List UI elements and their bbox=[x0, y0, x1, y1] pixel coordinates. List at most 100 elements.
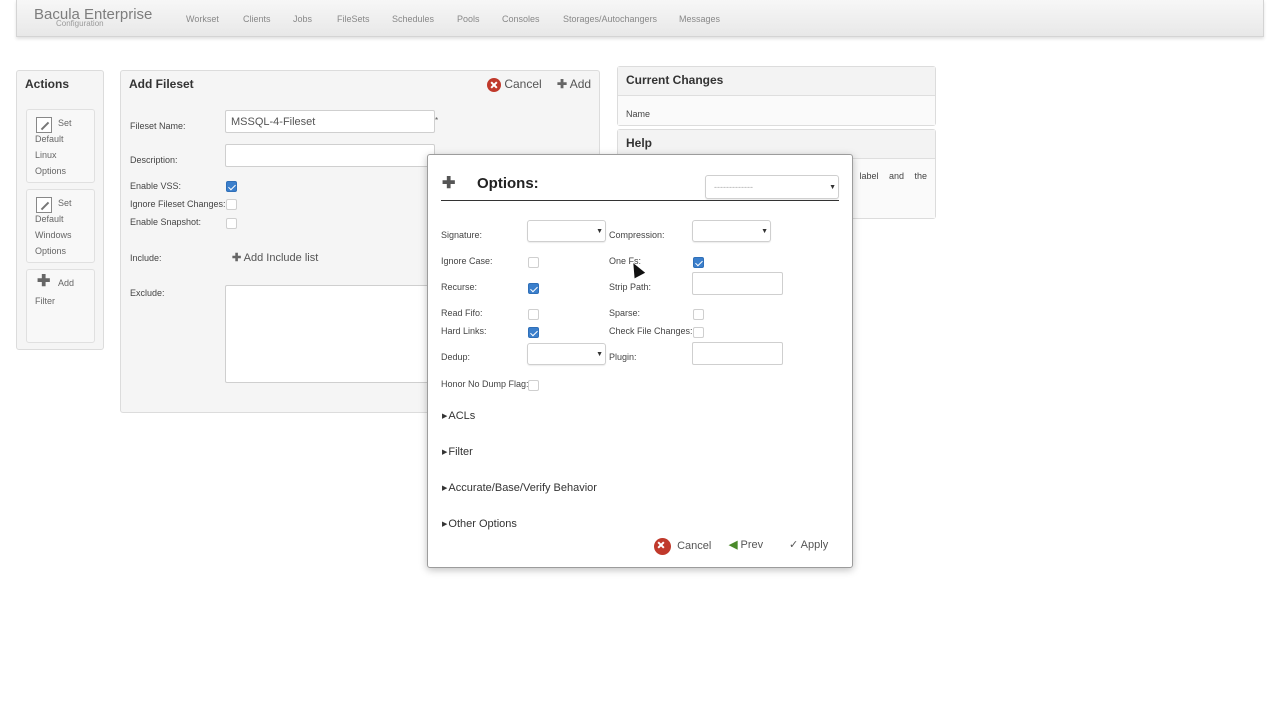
help-title: Help bbox=[626, 136, 653, 150]
section-accurate-base-verify[interactable]: ▶Accurate/Base/Verify Behavior bbox=[442, 482, 597, 494]
read-fifo-label: Read Fifo: bbox=[441, 308, 483, 318]
strip-path-input[interactable] bbox=[692, 272, 783, 295]
honor-no-dump-checkbox[interactable] bbox=[528, 380, 539, 391]
action-add-filter[interactable]: ✚ Add Filter bbox=[26, 269, 95, 343]
exclude-textarea[interactable] bbox=[225, 285, 435, 383]
chevron-down-icon: ▼ bbox=[596, 228, 603, 235]
nav-consoles[interactable]: Consoles bbox=[502, 14, 540, 24]
add-include-list-button[interactable]: ✚ Add Include list bbox=[232, 251, 318, 264]
sparse-checkbox[interactable] bbox=[693, 309, 704, 320]
strip-path-label: Strip Path: bbox=[609, 282, 652, 292]
ignore-case-label: Ignore Case: bbox=[441, 256, 493, 266]
exclude-label: Exclude: bbox=[130, 288, 165, 298]
plugin-label: Plugin: bbox=[609, 352, 637, 362]
section-label: Other Options bbox=[448, 518, 517, 530]
title-divider bbox=[441, 200, 839, 201]
action-label-rest: Default Windows Options bbox=[35, 214, 72, 256]
action-label-rest: Filter bbox=[35, 296, 55, 306]
dedup-label: Dedup: bbox=[441, 352, 471, 362]
section-filter[interactable]: ▶Filter bbox=[442, 446, 473, 458]
ignore-case-checkbox[interactable] bbox=[528, 257, 539, 268]
column-name: Name bbox=[626, 109, 651, 119]
compression-label: Compression: bbox=[609, 230, 665, 240]
plus-icon: ✚ bbox=[557, 77, 568, 91]
hard-links-checkbox[interactable] bbox=[528, 327, 539, 338]
nav-workset[interactable]: Workset bbox=[186, 14, 219, 24]
action-set-default-linux[interactable]: Set Default Linux Options bbox=[26, 109, 95, 183]
enable-snapshot-label: Enable Snapshot: bbox=[130, 217, 202, 227]
options-preset-select[interactable]: ------------- ▼ bbox=[705, 175, 839, 199]
section-other-options[interactable]: ▶Other Options bbox=[442, 518, 517, 530]
enable-snapshot-checkbox[interactable] bbox=[226, 218, 237, 229]
current-changes-body: Name bbox=[618, 96, 935, 125]
ignore-fileset-changes-checkbox[interactable] bbox=[226, 199, 237, 210]
dialog-prev-button[interactable]: ◀ Prev bbox=[729, 538, 763, 551]
nav-messages[interactable]: Messages bbox=[679, 14, 720, 24]
nav-filesets[interactable]: FileSets bbox=[337, 14, 370, 24]
required-mark: * bbox=[435, 116, 439, 125]
one-fs-checkbox[interactable] bbox=[693, 257, 704, 268]
check-file-changes-checkbox[interactable] bbox=[693, 327, 704, 338]
signature-label: Signature: bbox=[441, 230, 483, 240]
dialog-apply-button[interactable]: ✓ Apply bbox=[789, 538, 828, 551]
compression-select[interactable]: ▼ bbox=[692, 220, 771, 242]
app-subtitle: Configuration bbox=[56, 19, 104, 28]
add-include-label: Add Include list bbox=[243, 252, 319, 264]
nav-storages[interactable]: Storages/Autochangers bbox=[563, 14, 657, 24]
include-label: Include: bbox=[130, 253, 162, 263]
enable-vss-checkbox[interactable] bbox=[226, 181, 237, 192]
plus-icon: ✚ bbox=[232, 252, 242, 264]
fileset-cancel-button[interactable]: Cancel bbox=[487, 77, 542, 92]
description-input[interactable] bbox=[225, 144, 435, 167]
recurse-label: Recurse: bbox=[441, 282, 478, 292]
check-file-changes-label: Check File Changes: bbox=[609, 326, 693, 336]
description-label: Description: bbox=[130, 155, 178, 165]
current-changes-panel: Current Changes Name bbox=[617, 66, 936, 126]
chevron-down-icon: ▼ bbox=[596, 351, 603, 358]
read-fifo-checkbox[interactable] bbox=[528, 309, 539, 320]
current-changes-header: Current Changes bbox=[618, 67, 935, 96]
add-fileset-title: Add Fileset bbox=[129, 77, 194, 91]
fileset-name-input[interactable] bbox=[225, 110, 435, 133]
action-set-default-windows[interactable]: Set Default Windows Options bbox=[26, 189, 95, 263]
triangle-right-icon: ▶ bbox=[442, 413, 448, 420]
triangle-right-icon: ▶ bbox=[442, 485, 448, 492]
prev-label: Prev bbox=[740, 539, 764, 551]
honor-no-dump-label: Honor No Dump Flag: bbox=[441, 379, 529, 389]
fileset-add-button[interactable]: ✚ Add bbox=[557, 77, 591, 91]
cancel-label: Cancel bbox=[677, 540, 712, 553]
current-changes-title: Current Changes bbox=[626, 73, 724, 87]
recurse-checkbox[interactable] bbox=[528, 283, 539, 294]
action-label: Set bbox=[58, 198, 72, 208]
add-label: Add bbox=[569, 77, 592, 91]
preset-value: ------------- bbox=[714, 182, 753, 192]
options-dialog: ✚ Options: ------------- ▼ Signature: ▼ … bbox=[427, 154, 853, 568]
top-navbar: Bacula Enterprise Configuration Workset … bbox=[16, 0, 1264, 37]
nav-clients[interactable]: Clients bbox=[243, 14, 271, 24]
hard-links-label: Hard Links: bbox=[441, 326, 487, 336]
section-label: ACLs bbox=[448, 410, 476, 422]
actions-panel: Actions Set Default Linux Options Set Defa… bbox=[16, 70, 104, 350]
apply-label: Apply bbox=[800, 539, 829, 551]
signature-select[interactable]: ▼ bbox=[527, 220, 606, 242]
help-text: e label and the bbox=[843, 171, 927, 181]
triangle-right-icon: ▶ bbox=[442, 449, 448, 456]
plugin-input[interactable] bbox=[692, 342, 783, 365]
action-label-rest: Default Linux Options bbox=[35, 134, 67, 176]
chevron-down-icon: ▼ bbox=[829, 184, 836, 191]
plus-icon: ✚ bbox=[37, 273, 51, 290]
dedup-select[interactable]: ▼ bbox=[527, 343, 606, 365]
dialog-cancel-button[interactable]: Cancel bbox=[654, 538, 711, 555]
chevron-down-icon: ▼ bbox=[761, 228, 768, 235]
section-acls[interactable]: ▶ACLs bbox=[442, 410, 475, 422]
nav-schedules[interactable]: Schedules bbox=[392, 14, 434, 24]
options-title: Options: bbox=[477, 175, 539, 192]
cancel-icon bbox=[654, 538, 671, 555]
nav-jobs[interactable]: Jobs bbox=[293, 14, 312, 24]
cancel-icon bbox=[487, 77, 501, 92]
checkmark-icon: ✓ bbox=[789, 539, 799, 551]
nav-pools[interactable]: Pools bbox=[457, 14, 480, 24]
enable-vss-label: Enable VSS: bbox=[130, 181, 182, 191]
plus-icon: ✚ bbox=[442, 175, 456, 192]
arrow-left-icon: ◀ bbox=[729, 539, 738, 551]
